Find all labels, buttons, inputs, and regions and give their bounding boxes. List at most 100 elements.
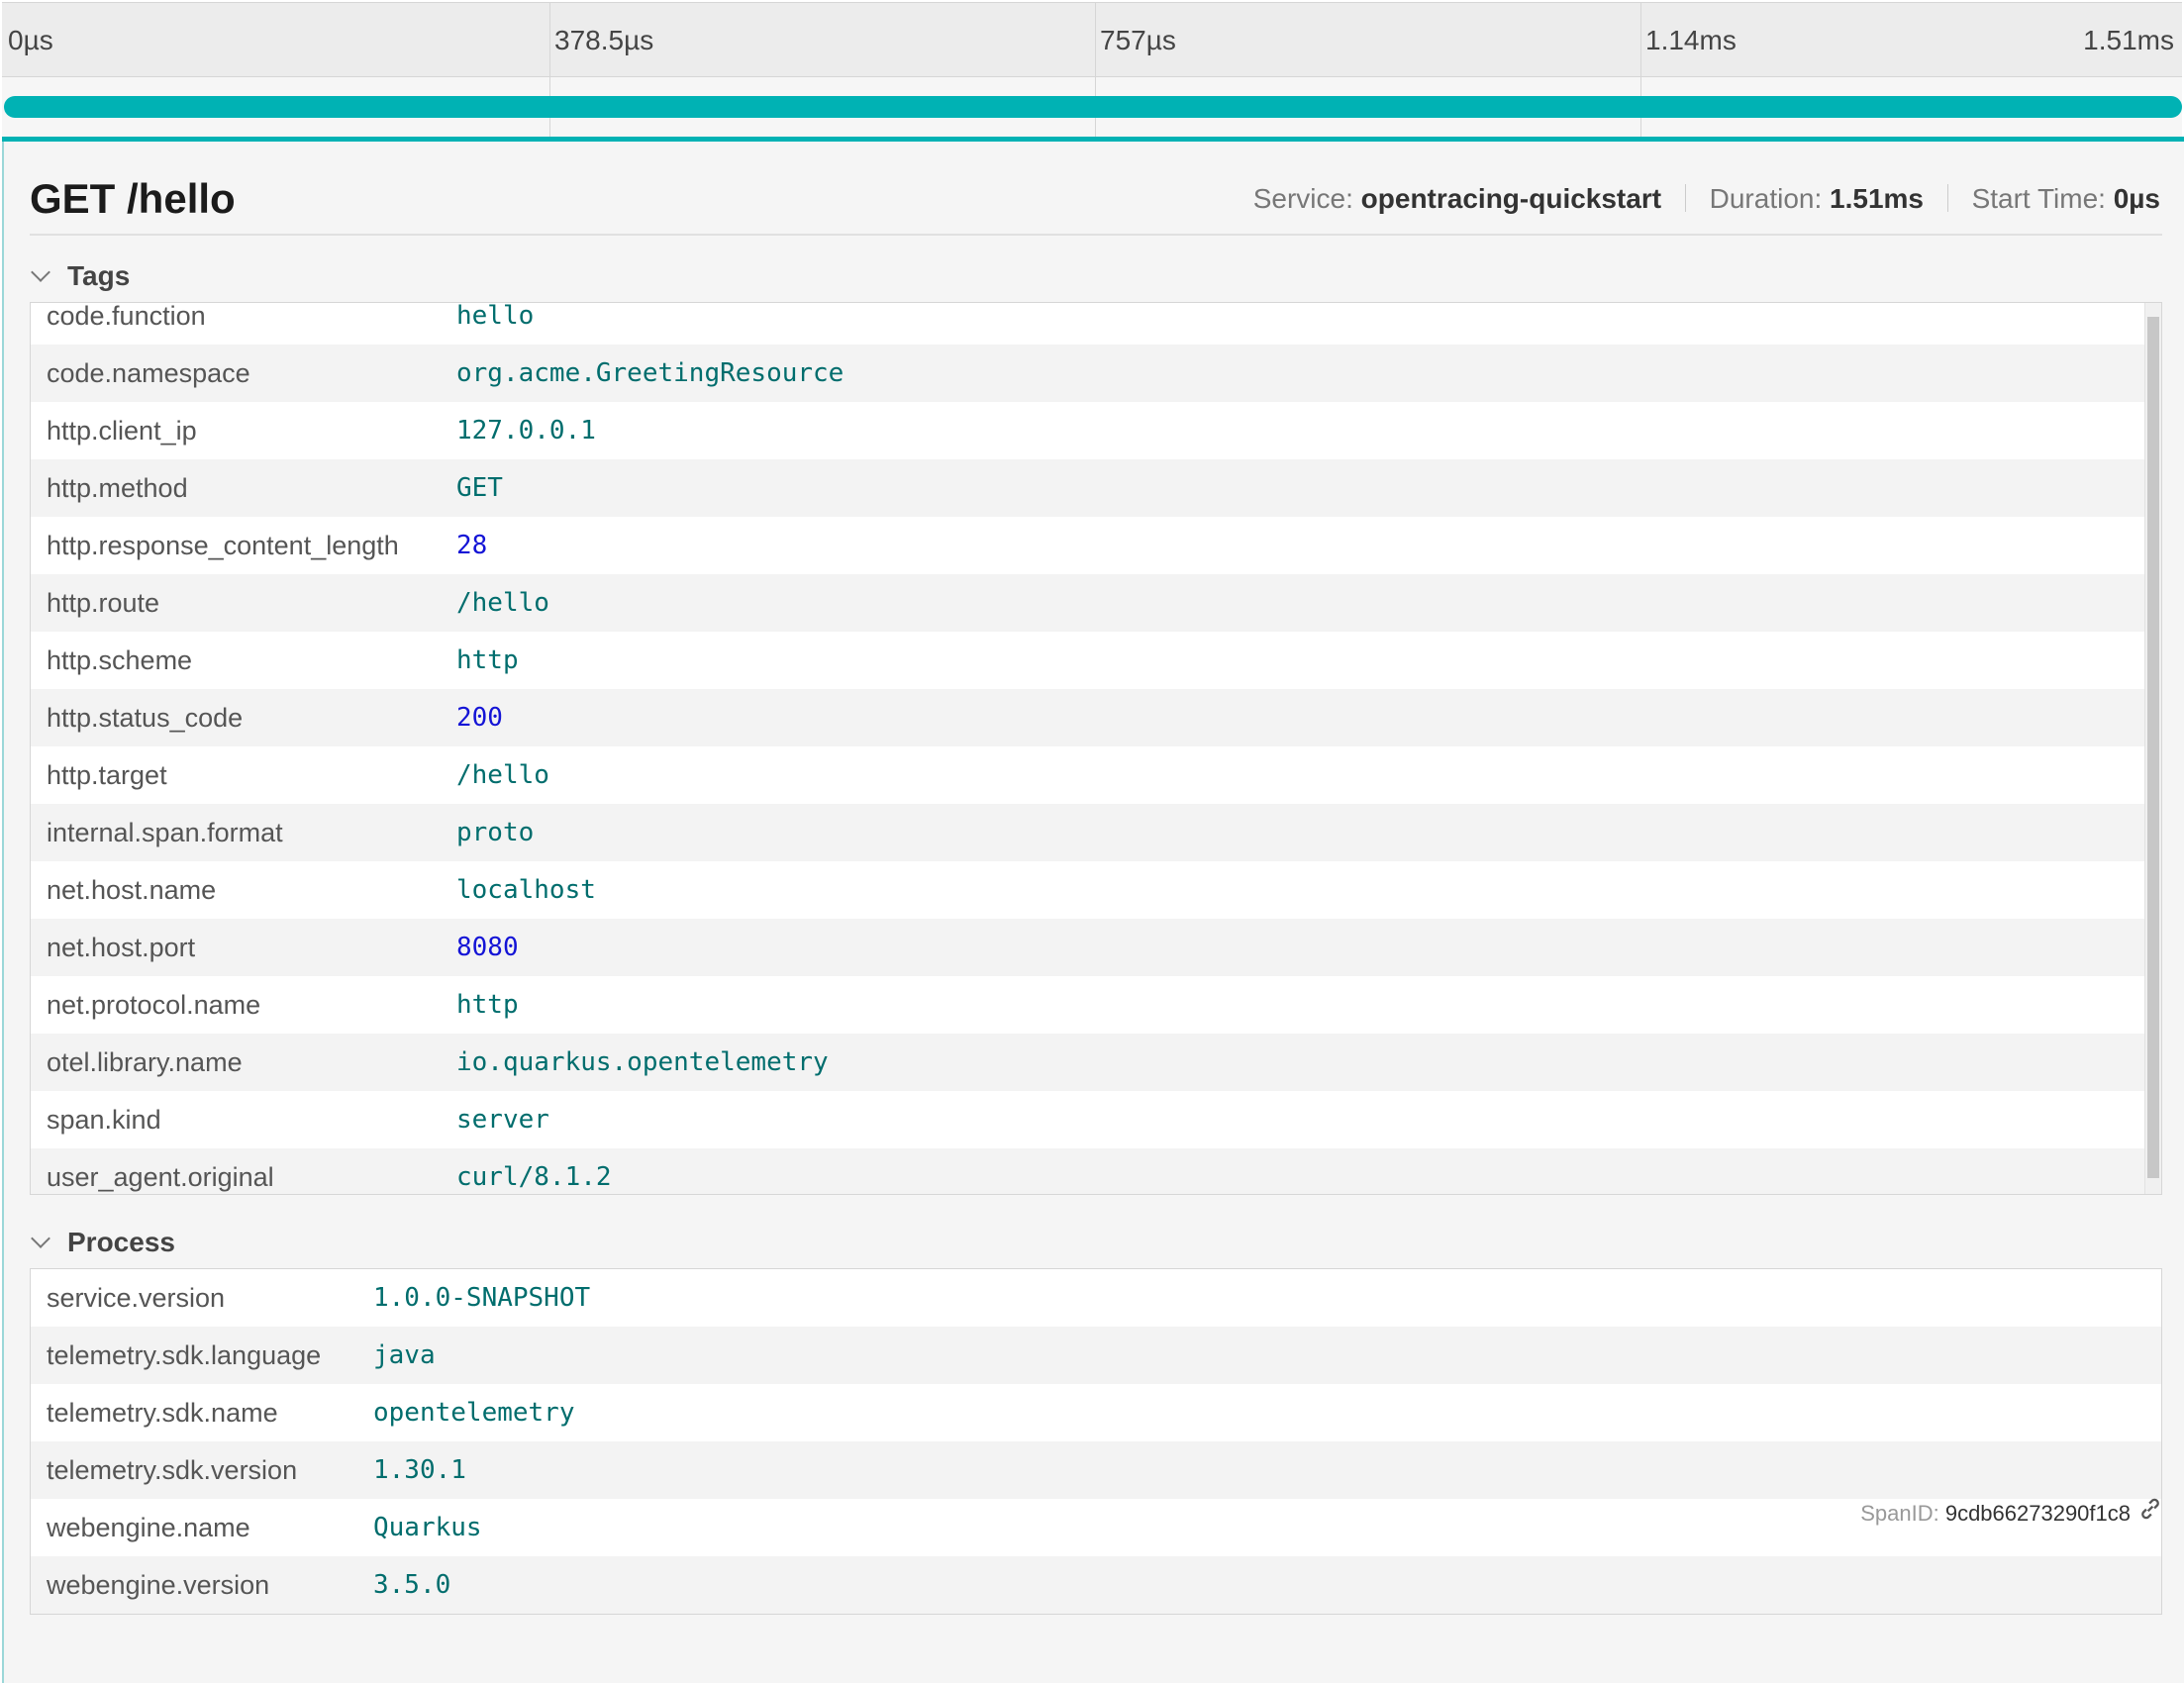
kv-row[interactable]: http.response_content_length 28 xyxy=(31,517,2161,574)
kv-key: telemetry.sdk.language xyxy=(47,1340,322,1370)
kv-key: internal.span.format xyxy=(47,818,283,847)
kv-row[interactable]: telemetry.sdk.name opentelemetry xyxy=(31,1384,2161,1441)
kv-row[interactable]: http.route/hello xyxy=(31,574,2161,632)
kv-value: 3.5.0 xyxy=(373,1570,451,1600)
timeline-gridline xyxy=(1640,2,1641,139)
kv-key: code.namespace xyxy=(47,358,250,388)
kv-key: http.response_content_length xyxy=(47,531,399,560)
kv-row[interactable]: span.kind server xyxy=(31,1091,2161,1148)
timeline-gridline xyxy=(549,2,550,139)
kv-key: http.scheme xyxy=(47,645,193,675)
service-value: opentracing-quickstart xyxy=(1360,183,1662,214)
kv-row[interactable]: webengine.version 3.5.0 xyxy=(31,1556,2161,1614)
kv-key: net.host.name xyxy=(47,875,217,905)
meta-separator xyxy=(1684,184,1686,212)
link-icon[interactable] xyxy=(2136,1495,2164,1523)
kv-value: /hello xyxy=(456,588,549,618)
kv-value: 127.0.0.1 xyxy=(456,416,596,446)
process-table[interactable]: service.version 1.0.0-SNAPSHOT telemetry.s… xyxy=(30,1268,2162,1615)
kv-key: webengine.version xyxy=(47,1570,270,1600)
kv-row[interactable]: code.function hello xyxy=(31,302,2161,345)
kv-key: telemetry.sdk.version xyxy=(47,1455,298,1485)
kv-key: span.kind xyxy=(47,1105,161,1135)
process-section-toggle[interactable]: Process xyxy=(31,1227,175,1258)
kv-key: http.target xyxy=(47,760,167,790)
kv-value: /hello xyxy=(456,760,549,790)
kv-value: server xyxy=(456,1105,549,1135)
kv-value: 200 xyxy=(456,703,503,733)
chevron-down-icon xyxy=(31,1229,50,1248)
span-id-label: SpanID: xyxy=(1860,1501,1939,1526)
tags-section-toggle[interactable]: Tags xyxy=(31,260,131,292)
span-detail-panel: GET /hello Service: opentracing-quicksta… xyxy=(2,142,2184,1683)
kv-row[interactable]: net.host.name localhost xyxy=(31,861,2161,919)
kv-value: GET xyxy=(456,473,503,503)
kv-key: user_agent.original xyxy=(47,1162,274,1192)
kv-value: 1.30.1 xyxy=(373,1455,466,1485)
kv-value: localhost xyxy=(456,875,596,905)
timeline-gridline xyxy=(1095,2,1096,139)
kv-key: telemetry.sdk.name xyxy=(47,1398,278,1428)
kv-value: 8080 xyxy=(456,933,519,962)
span-id-value: 9cdb66273290f1c8 xyxy=(1944,1501,2131,1526)
kv-key: http.route xyxy=(47,588,160,618)
kv-row[interactable]: net.host.port 8080 xyxy=(31,919,2161,976)
tags-scrollbar[interactable] xyxy=(2144,303,2161,1194)
tags-table[interactable]: code.function hello code.namespace org.acme… xyxy=(30,302,2162,1195)
timeline-ruler: 0µs 378.5µs 757µs 1.14ms 1.51ms xyxy=(2,2,2182,77)
kv-row[interactable]: http.scheme http xyxy=(31,632,2161,689)
span-id: SpanID: 9cdb66273290f1c8 xyxy=(1860,1501,2131,1527)
kv-key: http.status_code xyxy=(47,703,244,733)
kv-value: io.quarkus.opentelemetry xyxy=(456,1047,829,1077)
kv-value: proto xyxy=(456,818,535,847)
span-meta: Service: opentracing-quickstart Duration… xyxy=(1253,183,2160,215)
kv-row[interactable]: http.target/hello xyxy=(31,746,2161,804)
kv-value: hello xyxy=(456,302,535,331)
operation-title: GET /hello xyxy=(30,175,236,222)
kv-row[interactable]: webengine.name Quarkus xyxy=(31,1499,2161,1556)
kv-row[interactable]: otel.library.name io.quarkus.opentelemetr… xyxy=(31,1034,2161,1091)
kv-row[interactable]: user_agent.original curl/8.1.2 xyxy=(31,1148,2161,1194)
kv-row[interactable]: code.namespace org.acme.GreetingResource xyxy=(31,345,2161,402)
start-time-value: 0µs xyxy=(2113,183,2160,214)
kv-row[interactable]: service.version 1.0.0-SNAPSHOT xyxy=(31,1269,2161,1327)
kv-value: org.acme.GreetingResource xyxy=(456,358,844,388)
kv-key: webengine.name xyxy=(47,1513,250,1542)
start-time-label: Start Time: xyxy=(1971,183,2106,214)
duration-label: Duration: xyxy=(1709,183,1823,214)
kv-row[interactable]: http.method GET xyxy=(31,459,2161,517)
kv-row[interactable]: telemetry.sdk.version 1.30.1 xyxy=(31,1441,2161,1499)
timeline-tick: 1.14ms xyxy=(1645,25,1737,55)
span-duration-bar[interactable] xyxy=(4,96,2182,118)
timeline-tick: 0µs xyxy=(8,25,53,55)
duration-value: 1.51ms xyxy=(1830,183,1924,214)
kv-key: code.function xyxy=(47,302,206,331)
kv-key: net.protocol.name xyxy=(47,990,261,1020)
kv-key: net.host.port xyxy=(47,933,196,962)
kv-value: Quarkus xyxy=(373,1513,482,1542)
tags-scroll-thumb[interactable] xyxy=(2147,317,2159,1178)
kv-value: curl/8.1.2 xyxy=(456,1162,612,1192)
chevron-down-icon xyxy=(31,262,50,282)
meta-separator xyxy=(1946,184,1948,212)
kv-row[interactable]: http.client_ip 127.0.0.1 xyxy=(31,402,2161,459)
kv-value: http xyxy=(456,645,519,675)
service-label: Service: xyxy=(1252,183,1353,214)
timeline-tick: 1.51ms xyxy=(2083,25,2174,55)
kv-value: 28 xyxy=(456,531,488,560)
kv-value: java xyxy=(373,1340,436,1370)
kv-row[interactable]: http.status_code 200 xyxy=(31,689,2161,746)
kv-value: 1.0.0-SNAPSHOT xyxy=(373,1283,591,1313)
kv-key: http.method xyxy=(47,473,188,503)
process-section-title: Process xyxy=(67,1227,175,1257)
tags-section-title: Tags xyxy=(67,260,131,291)
kv-value: opentelemetry xyxy=(373,1398,575,1428)
kv-row[interactable]: net.protocol.name http xyxy=(31,976,2161,1034)
timeline-tick: 378.5µs xyxy=(554,25,654,55)
kv-row[interactable]: telemetry.sdk.language java xyxy=(31,1327,2161,1384)
kv-value: http xyxy=(456,990,519,1020)
kv-key: otel.library.name xyxy=(47,1047,243,1077)
kv-key: service.version xyxy=(47,1283,226,1313)
title-divider xyxy=(30,234,2162,236)
kv-row[interactable]: internal.span.format proto xyxy=(31,804,2161,861)
